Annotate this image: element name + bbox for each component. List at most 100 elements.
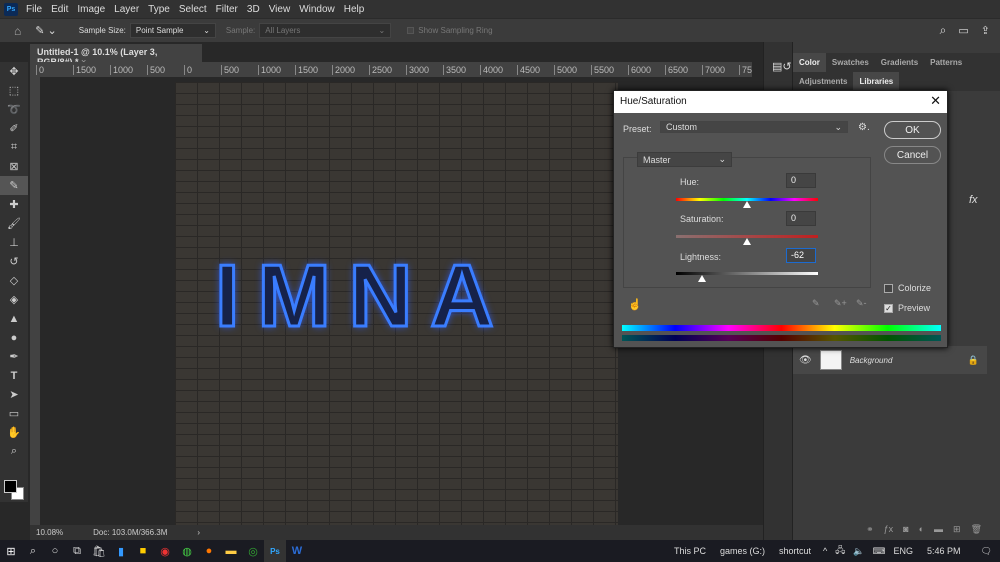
healing-brush-tool-icon[interactable]: ✚ — [0, 195, 28, 214]
dodge-tool-icon[interactable]: ● — [0, 328, 28, 347]
lock-icon[interactable]: 🔒 — [968, 355, 979, 366]
layer-fx-label[interactable]: fx — [969, 194, 978, 206]
move-tool-icon[interactable]: ✥ — [0, 62, 28, 81]
file-explorer-icon[interactable]: ▬ — [220, 540, 242, 562]
zoom-tool-icon[interactable]: ⌕ — [0, 442, 28, 461]
delete-layer-icon[interactable]: 🗑 — [971, 524, 982, 535]
toolbar-games[interactable]: games (G:) — [720, 546, 765, 556]
ok-button[interactable]: OK — [884, 121, 941, 139]
visibility-eye-icon[interactable]: 👁 — [799, 355, 812, 366]
workspace-icon[interactable]: ▭ — [958, 24, 968, 37]
lightness-slider-thumb[interactable] — [698, 275, 706, 282]
adjustment-layer-icon[interactable]: ◐ — [919, 524, 924, 534]
cortana-icon[interactable]: ○ — [44, 540, 66, 562]
volume-icon[interactable]: 🔈 — [853, 546, 864, 557]
hue-slider-thumb[interactable] — [743, 201, 751, 208]
saturation-slider-thumb[interactable] — [743, 238, 751, 245]
zoom-level[interactable]: 10.08% — [36, 528, 63, 537]
clock[interactable]: 5:46 PM — [927, 546, 961, 556]
photoshop-taskbar-icon[interactable]: Ps — [264, 540, 286, 562]
menu-type[interactable]: Type — [148, 4, 170, 15]
type-tool-icon[interactable]: T — [0, 366, 28, 385]
lightness-input[interactable]: -62 — [786, 248, 816, 263]
brush-tool-icon[interactable]: 🖌 — [0, 214, 28, 233]
history-brush-tool-icon[interactable]: ↺ — [0, 252, 28, 271]
network-icon[interactable]: 🖧 — [835, 543, 845, 559]
notifications-icon[interactable]: 🗨 — [981, 546, 992, 557]
firefox-icon[interactable]: ● — [198, 540, 220, 562]
rectangle-tool-icon[interactable]: ▭ — [0, 404, 28, 423]
quick-select-tool-icon[interactable]: ✐ — [0, 119, 28, 138]
eraser-tool-icon[interactable]: ◇ — [0, 271, 28, 290]
menu-3d[interactable]: 3D — [247, 4, 260, 15]
menu-help[interactable]: Help — [344, 4, 365, 15]
eyedropper-minus-icon[interactable]: ✎- — [856, 298, 867, 309]
targeted-adjustment-hand-icon[interactable]: ☝ — [628, 298, 642, 311]
path-select-tool-icon[interactable]: ➤ — [0, 385, 28, 404]
history-panel-icon[interactable]: ▤↺ — [772, 60, 792, 73]
close-icon[interactable]: ✕ — [930, 94, 941, 108]
tab-color[interactable]: Color — [793, 53, 826, 72]
eyedropper-plus-icon[interactable]: ✎+ — [834, 298, 847, 309]
search-icon[interactable]: ⌕ — [940, 23, 947, 38]
menu-edit[interactable]: Edit — [51, 4, 68, 15]
windows-start-icon[interactable]: ⊞ — [0, 540, 22, 562]
menu-layer[interactable]: Layer — [114, 4, 139, 15]
add-style-icon[interactable]: ƒx — [884, 524, 894, 534]
tab-libraries[interactable]: Libraries — [853, 72, 900, 91]
menu-filter[interactable]: Filter — [216, 4, 238, 15]
eyedropper-icon[interactable]: ✎ — [812, 298, 820, 309]
document-canvas[interactable]: IMNA — [175, 82, 618, 525]
search-icon[interactable]: ⌕ — [22, 540, 44, 562]
new-group-icon[interactable]: ▬ — [934, 524, 943, 534]
crop-tool-icon[interactable]: ⌗ — [0, 138, 28, 157]
channel-select[interactable]: Master ⌄ — [637, 152, 732, 167]
cancel-button[interactable]: Cancel — [884, 146, 941, 164]
saturation-input[interactable]: 0 — [786, 211, 816, 226]
eyedropper-tool-icon[interactable]: ✎ ⌄ — [35, 24, 57, 37]
pen-tool-icon[interactable]: ✒ — [0, 347, 28, 366]
paint-bucket-tool-icon[interactable]: ◈ — [0, 290, 28, 309]
menu-file[interactable]: File — [26, 4, 42, 15]
preview-checkbox[interactable]: ✓ — [884, 304, 893, 313]
hand-tool-icon[interactable]: ✋ — [0, 423, 28, 442]
store-icon[interactable]: 🛍 — [88, 540, 110, 562]
preset-select[interactable]: Custom ⌄ — [660, 121, 848, 133]
toolbar-this-pc[interactable]: This PC — [674, 546, 706, 556]
link-layers-icon[interactable]: ⚭ — [866, 524, 874, 535]
lasso-tool-icon[interactable]: ➰ — [0, 100, 28, 119]
layer-row-background[interactable]: 👁 Background 🔒 — [793, 346, 987, 374]
sticky-notes-icon[interactable]: ■ — [132, 540, 154, 562]
task-view-icon[interactable]: ⧉ — [66, 540, 88, 562]
menu-image[interactable]: Image — [77, 4, 105, 15]
clone-stamp-tool-icon[interactable]: ⊥ — [0, 233, 28, 252]
preset-gear-icon[interactable]: ⚙. — [858, 122, 870, 133]
sample-select[interactable]: All Layers ⌄ — [259, 23, 392, 38]
toolbar-shortcut[interactable]: shortcut — [779, 546, 811, 556]
foreground-color-swatch[interactable] — [4, 480, 17, 493]
tab-adjustments[interactable]: Adjustments — [793, 72, 853, 91]
colorize-checkbox[interactable] — [884, 284, 893, 293]
tab-patterns[interactable]: Patterns — [924, 53, 968, 72]
xbox-icon[interactable]: ◎ — [242, 540, 264, 562]
marquee-tool-icon[interactable]: ⬚ — [0, 81, 28, 100]
app-icon[interactable]: ▮ — [110, 540, 132, 562]
document-tab[interactable]: Untitled-1 @ 10.1% (Layer 3, RGB/8#) * × — [30, 44, 202, 67]
hue-input[interactable]: 0 — [786, 173, 816, 188]
menu-select[interactable]: Select — [179, 4, 207, 15]
tab-swatches[interactable]: Swatches — [826, 53, 875, 72]
home-icon[interactable]: ⌂ — [14, 24, 21, 38]
menu-window[interactable]: Window — [299, 4, 335, 15]
sample-size-select[interactable]: Point Sample ⌄ — [129, 23, 216, 38]
chrome-icon[interactable]: ◍ — [176, 540, 198, 562]
frame-tool-icon[interactable]: ⊠ — [0, 157, 28, 176]
language-indicator[interactable]: ENG — [894, 546, 914, 556]
word-taskbar-icon[interactable]: W — [286, 540, 308, 562]
new-layer-icon[interactable]: ⊞ — [953, 524, 961, 535]
menu-view[interactable]: View — [269, 4, 291, 15]
share-icon[interactable]: ⇪ — [981, 24, 990, 37]
keyboard-icon[interactable]: ⌨ — [873, 546, 886, 557]
record-icon[interactable]: ◉ — [154, 540, 176, 562]
add-mask-icon[interactable]: ◙ — [903, 524, 908, 534]
eyedropper-tool-icon[interactable]: ✎ — [0, 176, 28, 195]
